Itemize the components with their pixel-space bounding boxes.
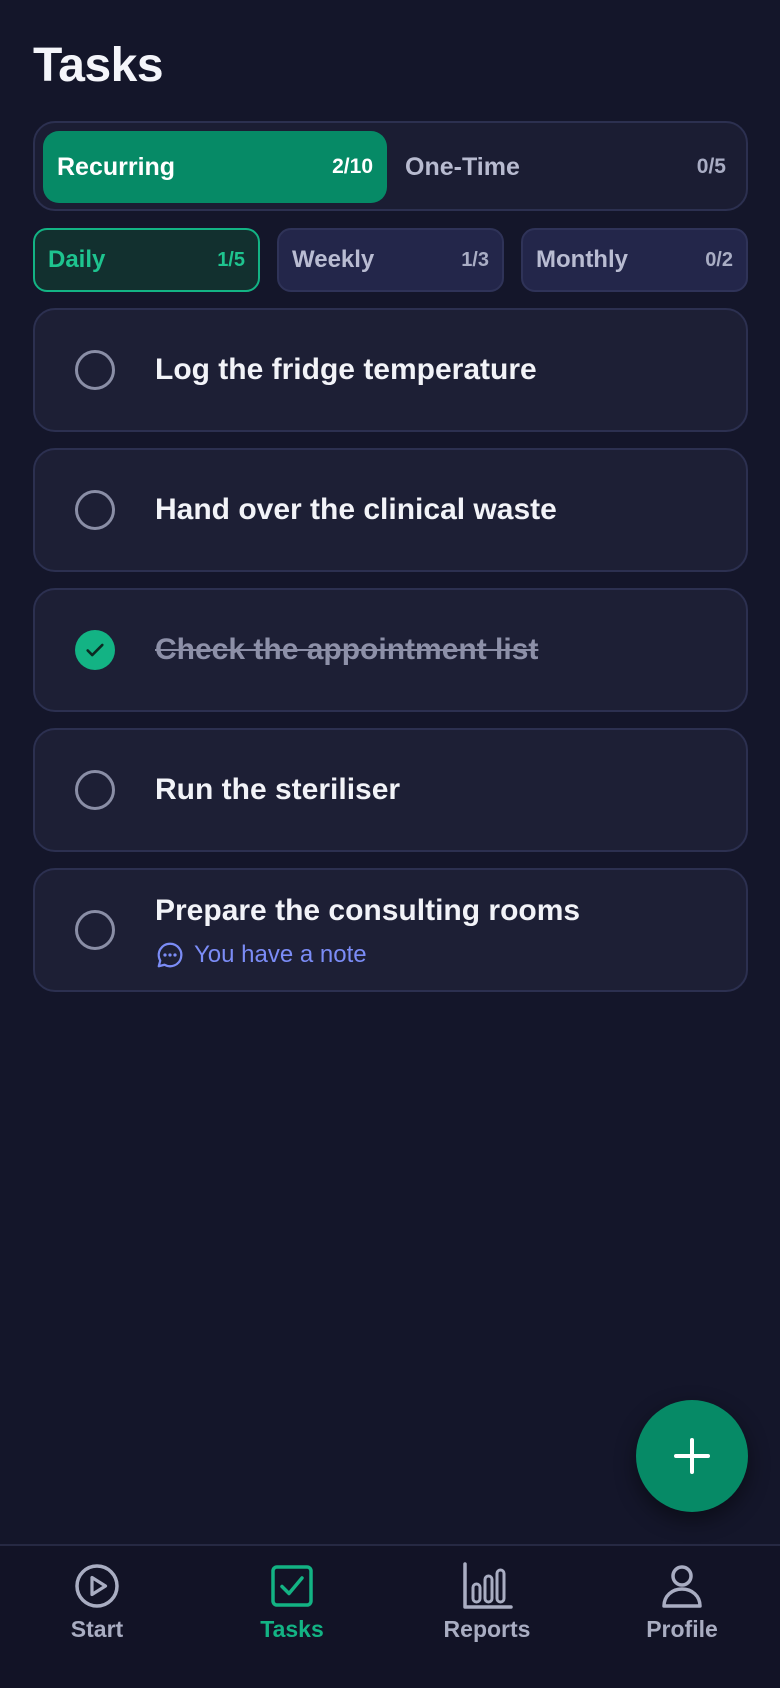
task-title: Hand over the clinical waste [155,493,557,526]
nav-label-reports: Reports [443,1616,531,1642]
task-checkbox[interactable] [75,910,115,950]
tab-recurring[interactable]: Recurring 2/10 [43,131,387,203]
tasks-screen: Tasks Recurring 2/10 One-Time 0/5 Daily … [0,0,780,1688]
task-title: Log the fridge temperature [155,353,537,386]
tab-one-time-count: 0/5 [696,155,726,178]
nav-item-tasks[interactable]: Tasks [212,1562,372,1662]
bar-chart-icon [463,1562,513,1609]
bottom-nav: Start Tasks Reports Profile [0,1544,780,1688]
page-title: Tasks [33,39,164,92]
nav-item-start[interactable]: Start [17,1562,177,1662]
task-title: Run the steriliser [155,773,401,806]
task-title: Check the appointment list [155,633,539,666]
task-type-segment: Recurring 2/10 One-Time 0/5 [33,121,748,211]
chip-monthly-label: Monthly [536,246,628,273]
nav-label-tasks: Tasks [260,1616,324,1642]
task-note-link[interactable]: You have a note [155,940,367,970]
task-checkbox[interactable] [75,770,115,810]
chip-daily[interactable]: Daily 1/5 [33,228,260,292]
tab-recurring-count: 2/10 [332,155,373,178]
chat-bubble-icon [157,942,183,968]
play-circle-icon [75,1564,119,1608]
task-checkbox[interactable] [75,350,115,390]
task-card[interactable]: Prepare the consulting rooms You have a … [33,868,748,992]
task-checkbox[interactable] [75,490,115,530]
chip-monthly[interactable]: Monthly 0/2 [521,228,748,292]
task-card[interactable]: Log the fridge temperature [33,308,748,432]
chip-monthly-count: 0/2 [705,248,733,271]
task-card[interactable]: Run the steriliser [33,728,748,852]
tab-recurring-label: Recurring [57,152,176,181]
task-checkbox-checked[interactable] [75,630,115,670]
plus-icon [674,1438,710,1474]
task-title: Prepare the consulting rooms [155,894,581,927]
chip-daily-count: 1/5 [217,248,245,271]
tab-one-time[interactable]: One-Time 0/5 [391,131,740,203]
chip-daily-label: Daily [48,246,106,273]
nav-item-profile[interactable]: Profile [602,1562,762,1662]
task-note-text: You have a note [194,941,367,968]
chip-weekly-label: Weekly [292,246,375,273]
task-card[interactable]: Check the appointment list [33,588,748,712]
checkbox-icon [271,1565,313,1607]
tab-one-time-label: One-Time [405,152,520,181]
nav-item-reports[interactable]: Reports [407,1562,567,1662]
chip-weekly[interactable]: Weekly 1/3 [277,228,504,292]
nav-label-profile: Profile [646,1616,718,1642]
task-card[interactable]: Hand over the clinical waste [33,448,748,572]
checkmark-icon [86,643,104,657]
chip-weekly-count: 1/3 [461,248,489,271]
user-icon [662,1565,702,1608]
add-task-button[interactable] [636,1400,748,1512]
nav-label-start: Start [70,1616,124,1642]
